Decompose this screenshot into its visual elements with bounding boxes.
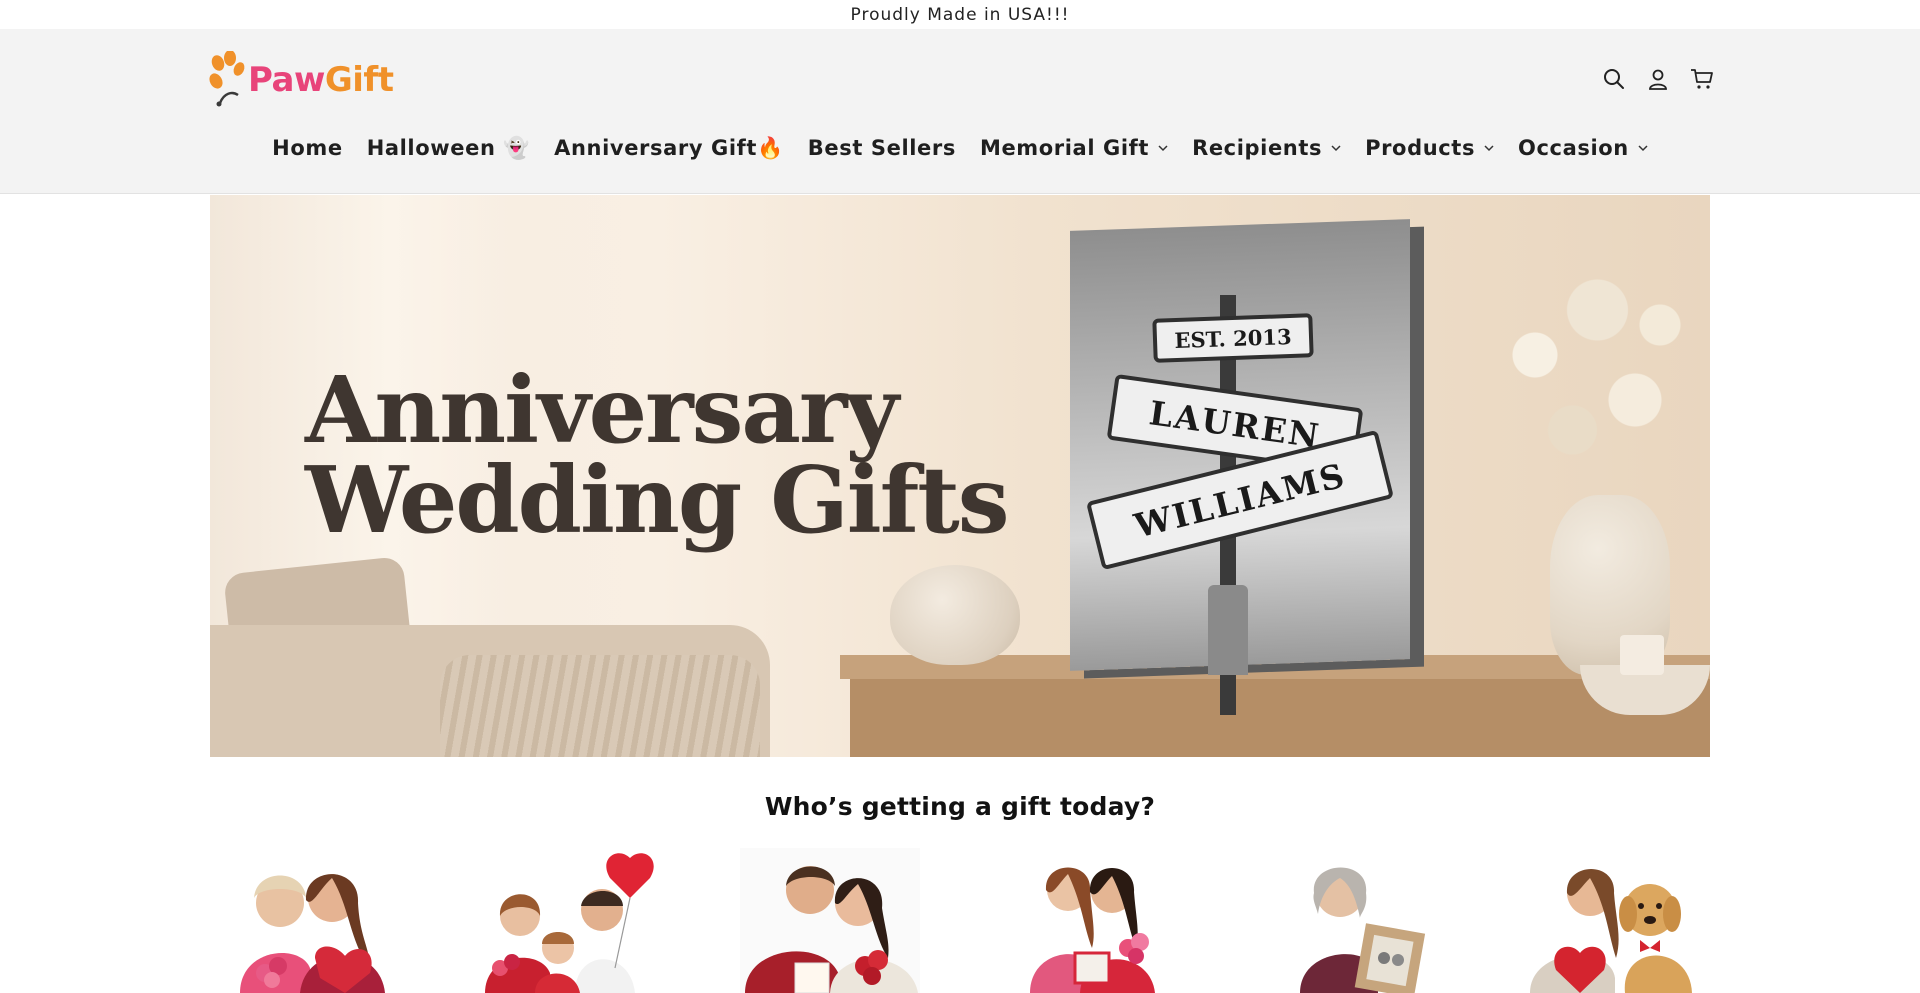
hero-blanket (440, 655, 760, 757)
recipients-list (210, 848, 1710, 993)
nav-item-label: Occasion (1518, 136, 1629, 160)
nav-item-occasion[interactable]: Occasion (1506, 136, 1660, 160)
nav-item-label: Products (1365, 136, 1476, 160)
nav-item-halloween[interactable]: Halloween 👻 (355, 136, 542, 161)
recipient-image (1300, 867, 1426, 993)
brand-name-gift: Gift (324, 60, 394, 100)
nav-item-label: Best Sellers (807, 136, 956, 160)
recipient-card-couple[interactable] (730, 848, 930, 993)
header-actions (1602, 67, 1714, 91)
recipient-card-friends[interactable] (990, 848, 1190, 993)
nav-item-memorial-gift[interactable]: Memorial Gift (968, 136, 1180, 160)
recipient-image (740, 848, 920, 993)
nav-item-products[interactable]: Products (1353, 136, 1506, 160)
recipient-card-pet-lover[interactable] (1510, 848, 1710, 993)
chevron-down-icon (1484, 145, 1494, 152)
paw-logo-icon (208, 50, 248, 109)
nav-item-label: Anniversary Gift🔥 (554, 135, 784, 160)
nav-item-label: Halloween 👻 (366, 135, 531, 160)
search-icon[interactable] (1602, 67, 1626, 91)
account-icon[interactable] (1646, 67, 1670, 91)
hero-sign-est: EST. 2013 (1152, 313, 1314, 363)
chevron-down-icon (1331, 145, 1341, 152)
recipients-section-title: Who’s getting a gift today? (764, 792, 1156, 821)
cart-icon[interactable] (1690, 67, 1714, 91)
chevron-down-icon (1158, 145, 1168, 152)
recipient-image (1030, 867, 1155, 993)
recipient-image (1530, 868, 1692, 993)
hero-flowers (1460, 235, 1710, 535)
announcement-text: Proudly Made in USA!!! (850, 4, 1070, 25)
hero-small-vase (890, 565, 1020, 665)
hero-title-line2: Wedding Gifts (305, 446, 1010, 555)
recipient-card-mom[interactable] (210, 848, 410, 993)
hero-banner[interactable]: EST. 2013 LAUREN WILLIAMS Anniversary We… (210, 195, 1710, 757)
brand-name: PawGift (248, 60, 394, 100)
nav-item-label: Memorial Gift (979, 136, 1150, 160)
nav-item-label: Home (272, 136, 343, 160)
hero-candle (1620, 635, 1664, 675)
chevron-down-icon (1638, 145, 1648, 152)
nav-item-recipients[interactable]: Recipients (1180, 136, 1353, 160)
nav-item-anniversary-gift[interactable]: Anniversary Gift🔥 (542, 136, 796, 161)
nav-item-label: Recipients (1192, 136, 1323, 160)
hero-sign-pole-base (1208, 585, 1248, 675)
recipient-image (485, 853, 654, 993)
nav-item-home[interactable]: Home (260, 136, 355, 160)
recipient-image (240, 874, 385, 993)
site-header: PawGift Home Halloween 👻 Anniversary Gif… (0, 29, 1920, 194)
nav-item-best-sellers[interactable]: Best Sellers (796, 136, 968, 160)
announcement-bar: Proudly Made in USA!!! (0, 0, 1920, 29)
main-navigation: Home Halloween 👻 Anniversary Gift🔥 Best … (0, 131, 1920, 165)
recipient-card-family[interactable] (470, 848, 670, 993)
hero-table-body (850, 679, 1710, 757)
brand-name-paw: Paw (248, 60, 325, 100)
brand-logo[interactable]: PawGift (208, 50, 394, 109)
hero-title: Anniversary Wedding Gifts (305, 364, 1010, 546)
recipient-card-grandma[interactable] (1250, 848, 1450, 993)
